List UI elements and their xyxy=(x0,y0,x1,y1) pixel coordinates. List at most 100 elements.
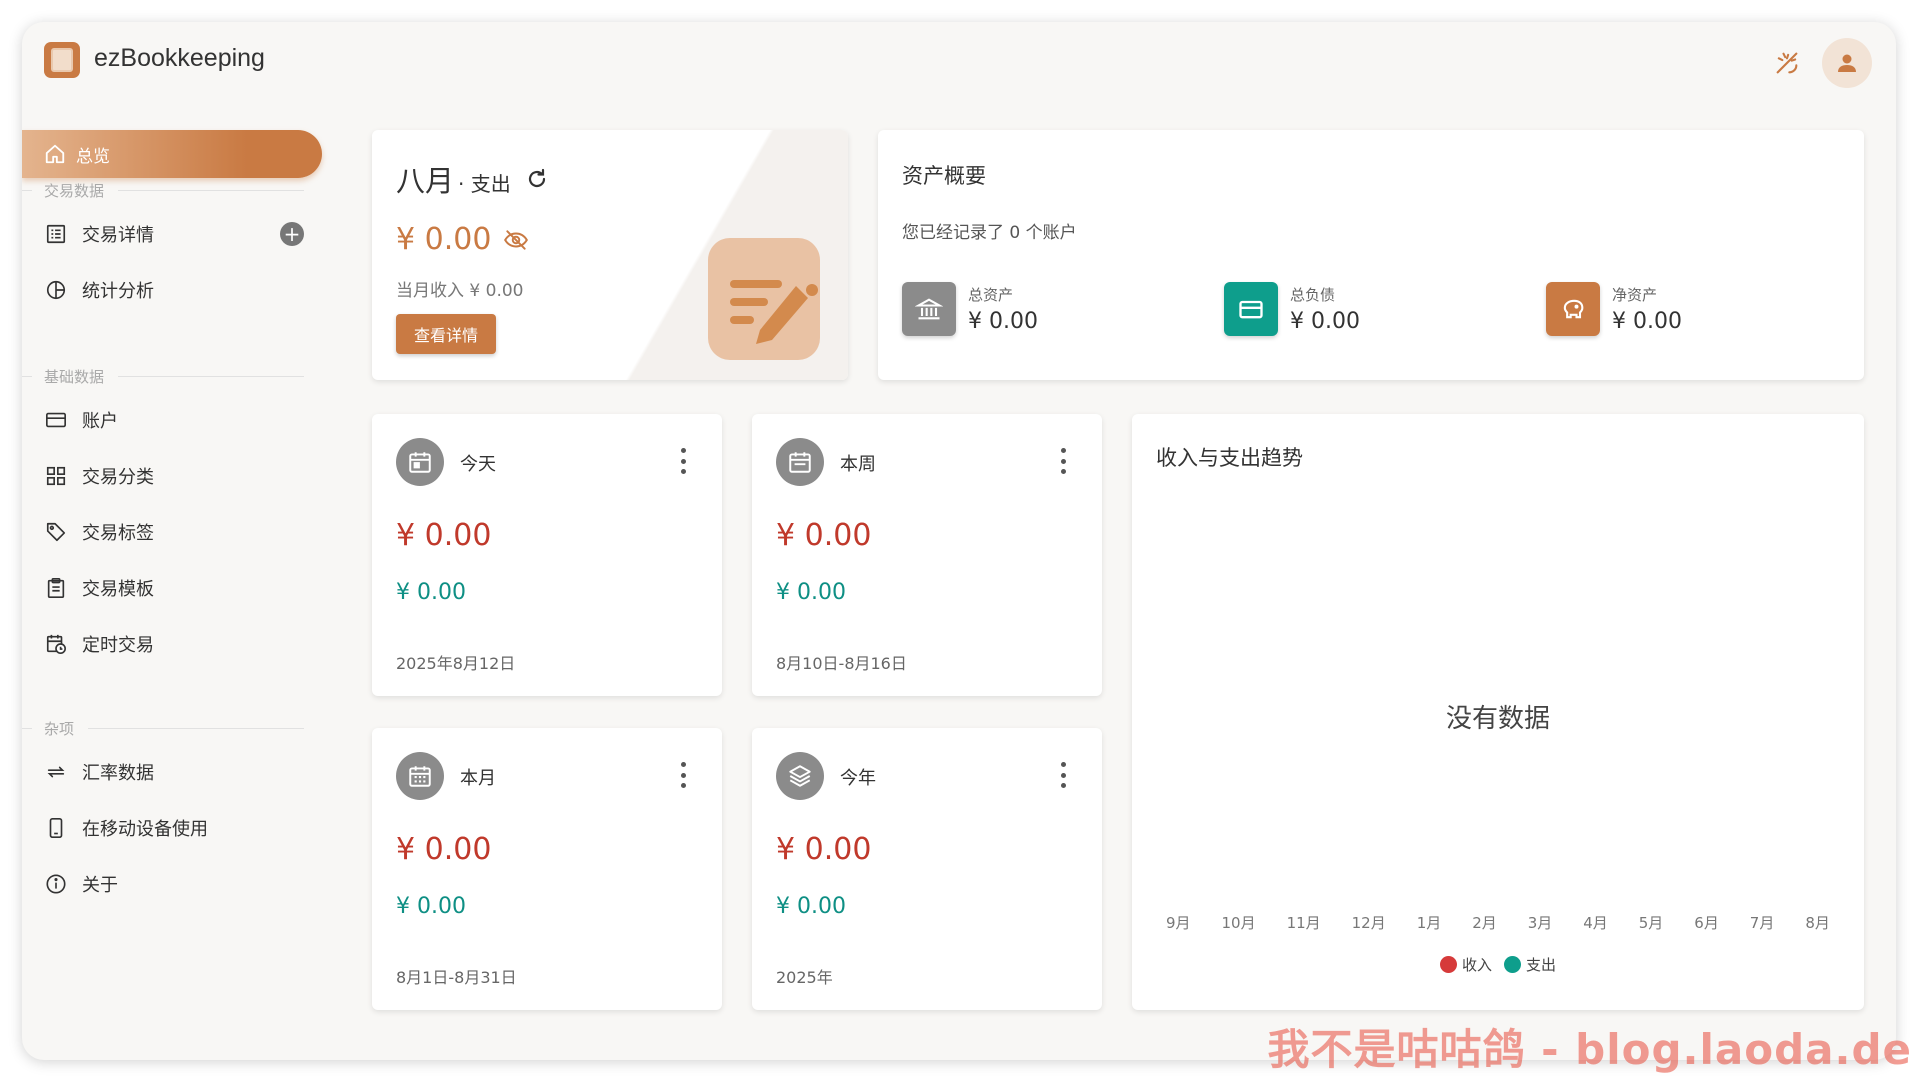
calendar-month-icon xyxy=(396,752,444,800)
hide-amount-icon[interactable] xyxy=(503,227,529,253)
sidebar-item-about[interactable]: 关于 xyxy=(44,864,304,904)
total-liabilities: 总负债 ¥ 0.00 xyxy=(1224,282,1360,336)
legend-income-dot xyxy=(1439,956,1457,973)
view-details-button[interactable]: 查看详情 xyxy=(396,314,496,354)
sidebar-item-label: 统计分析 xyxy=(82,281,154,302)
bank-icon xyxy=(902,282,956,336)
sidebar-item-transaction-details[interactable]: 交易详情 + xyxy=(44,214,304,254)
account-count-text: 您已经记录了 0 个账户 xyxy=(902,223,1077,243)
income-expense-trend-card: 收入与支出趋势 没有数据 9月 10月 11月 12月 1月 2月 3月 4月 5月 6月 7月 8月… xyxy=(1132,414,1864,1010)
period-income: ¥ 0.00 xyxy=(776,580,846,605)
sidebar-item-templates[interactable]: 交易模板 xyxy=(44,568,304,608)
sidebar-item-overview[interactable]: 总览 xyxy=(22,130,322,178)
app-window: ezBookkeeping 总览 交易数据 交易详情 + 统计分析 基础数据 账… xyxy=(22,22,1896,1060)
legend-expense[interactable]: 支出 xyxy=(1504,954,1556,975)
this-month-card: 本月 ¥ 0.00 ¥ 0.00 8月1日-8月31日 xyxy=(372,728,722,1010)
period-income: ¥ 0.00 xyxy=(396,894,466,919)
app-title: ezBookkeeping xyxy=(94,44,265,72)
sidebar-item-exchange-rates[interactable]: 汇率数据 xyxy=(44,752,304,792)
piggy-bank-icon xyxy=(1546,282,1600,336)
user-avatar-icon xyxy=(1838,54,1856,72)
x-axis-tick-label: 5月 xyxy=(1638,914,1664,932)
legend-expense-dot xyxy=(1504,956,1521,973)
x-axis-labels: 9月 10月 11月 12月 1月 2月 3月 4月 5月 6月 7月 8月 xyxy=(1166,912,1830,933)
total-assets: 总资产 ¥ 0.00 xyxy=(902,282,1038,336)
sidebar-item-categories[interactable]: 交易分类 xyxy=(44,456,304,496)
calendar-day-icon xyxy=(396,438,444,486)
more-menu-icon[interactable] xyxy=(1058,762,1068,788)
sidebar-item-scheduled[interactable]: 定时交易 xyxy=(44,624,304,664)
app-logo-icon xyxy=(44,42,80,78)
period-income: ¥ 0.00 xyxy=(776,894,846,919)
x-axis-tick-label: 4月 xyxy=(1583,914,1608,932)
this-year-card: 今年 ¥ 0.00 ¥ 0.00 2025年 xyxy=(752,728,1102,1010)
sidebar-item-label: 交易详情 xyxy=(82,225,154,246)
pie-chart-icon xyxy=(44,278,68,302)
x-axis-tick-label: 8月 xyxy=(1805,914,1830,932)
sidebar-item-accounts[interactable]: 账户 xyxy=(44,400,304,440)
monthly-income-text: 当月收入 ¥ 0.00 xyxy=(396,281,524,301)
sidebar-item-label: 交易模板 xyxy=(82,579,154,600)
asset-summary-title: 资产概要 xyxy=(902,164,986,188)
chart-legend: 收入 支出 xyxy=(1132,954,1864,975)
x-axis-tick-label: 10月 xyxy=(1221,914,1256,932)
period-range: 8月1日-8月31日 xyxy=(396,968,517,987)
phone-icon xyxy=(44,816,68,840)
period-name: 今年 xyxy=(840,768,876,789)
info-icon xyxy=(44,872,68,896)
sidebar-item-tags[interactable]: 交易标签 xyxy=(44,512,304,552)
period-expense: ¥ 0.00 xyxy=(396,832,492,867)
add-transaction-button[interactable]: + xyxy=(280,222,304,246)
monthly-expense-amount: ¥ 0.00 xyxy=(396,222,529,257)
more-menu-icon[interactable] xyxy=(678,448,688,474)
credit-card-icon xyxy=(1224,282,1278,336)
home-icon xyxy=(44,143,66,165)
x-axis-tick-label: 9月 xyxy=(1166,914,1191,932)
tag-icon xyxy=(44,520,68,544)
x-axis-tick-label: 11月 xyxy=(1286,914,1321,932)
net-assets-value: ¥ 0.00 xyxy=(1612,309,1682,334)
list-icon xyxy=(44,222,68,246)
sidebar: 总览 交易数据 交易详情 + 统计分析 基础数据 账户 交易分类 交易标签 交易… xyxy=(22,104,322,1060)
period-name: 本周 xyxy=(840,454,876,475)
period-name: 本月 xyxy=(460,768,496,789)
legend-income[interactable]: 收入 xyxy=(1439,954,1492,975)
card-icon xyxy=(44,408,68,432)
month-title: 八月 · 支出 xyxy=(396,158,549,200)
top-bar: ezBookkeeping xyxy=(22,22,1896,104)
watermark-text: 我不是咕咕鸽 - blog.laoda.de xyxy=(1267,1025,1912,1074)
period-name: 今天 xyxy=(460,454,496,475)
sidebar-item-label: 交易分类 xyxy=(82,467,154,488)
sidebar-item-label: 总览 xyxy=(76,146,110,167)
more-menu-icon[interactable] xyxy=(1058,448,1068,474)
net-assets: 净资产 ¥ 0.00 xyxy=(1546,282,1682,336)
x-axis-tick-label: 7月 xyxy=(1749,914,1775,932)
swap-icon xyxy=(44,760,68,784)
category-icon xyxy=(44,464,68,488)
period-range: 2025年 xyxy=(776,968,833,987)
total-assets-value: ¥ 0.00 xyxy=(968,309,1038,334)
period-expense: ¥ 0.00 xyxy=(776,832,872,867)
x-axis-tick-label: 2月 xyxy=(1472,914,1497,932)
section-transaction-data: 交易数据 xyxy=(22,180,304,201)
sidebar-item-label: 定时交易 xyxy=(82,635,154,656)
clipboard-icon xyxy=(44,576,68,600)
refresh-icon[interactable] xyxy=(525,167,549,191)
trend-title: 收入与支出趋势 xyxy=(1156,446,1303,470)
sidebar-item-statistics[interactable]: 统计分析 xyxy=(44,270,304,310)
x-axis-tick-label: 1月 xyxy=(1416,914,1442,932)
monthly-expense-card: 八月 · 支出 ¥ 0.00 当月收入 ¥ 0.00 查看详情 xyxy=(372,130,848,380)
theme-icon xyxy=(1776,52,1798,74)
period-expense: ¥ 0.00 xyxy=(396,518,492,553)
period-range: 2025年8月12日 xyxy=(396,654,516,673)
sidebar-item-label: 账户 xyxy=(82,411,118,432)
this-week-card: 本周 ¥ 0.00 ¥ 0.00 8月10日-8月16日 xyxy=(752,414,1102,696)
user-avatar-button[interactable] xyxy=(1822,38,1872,88)
total-liabilities-value: ¥ 0.00 xyxy=(1290,309,1360,334)
x-axis-tick-label: 6月 xyxy=(1694,914,1719,932)
x-axis-tick-label: 12月 xyxy=(1351,914,1386,932)
more-menu-icon[interactable] xyxy=(678,762,688,788)
theme-toggle-button[interactable] xyxy=(1762,38,1812,88)
no-data-message: 没有数据 xyxy=(1445,704,1550,734)
sidebar-item-mobile[interactable]: 在移动设备使用 xyxy=(44,808,304,848)
